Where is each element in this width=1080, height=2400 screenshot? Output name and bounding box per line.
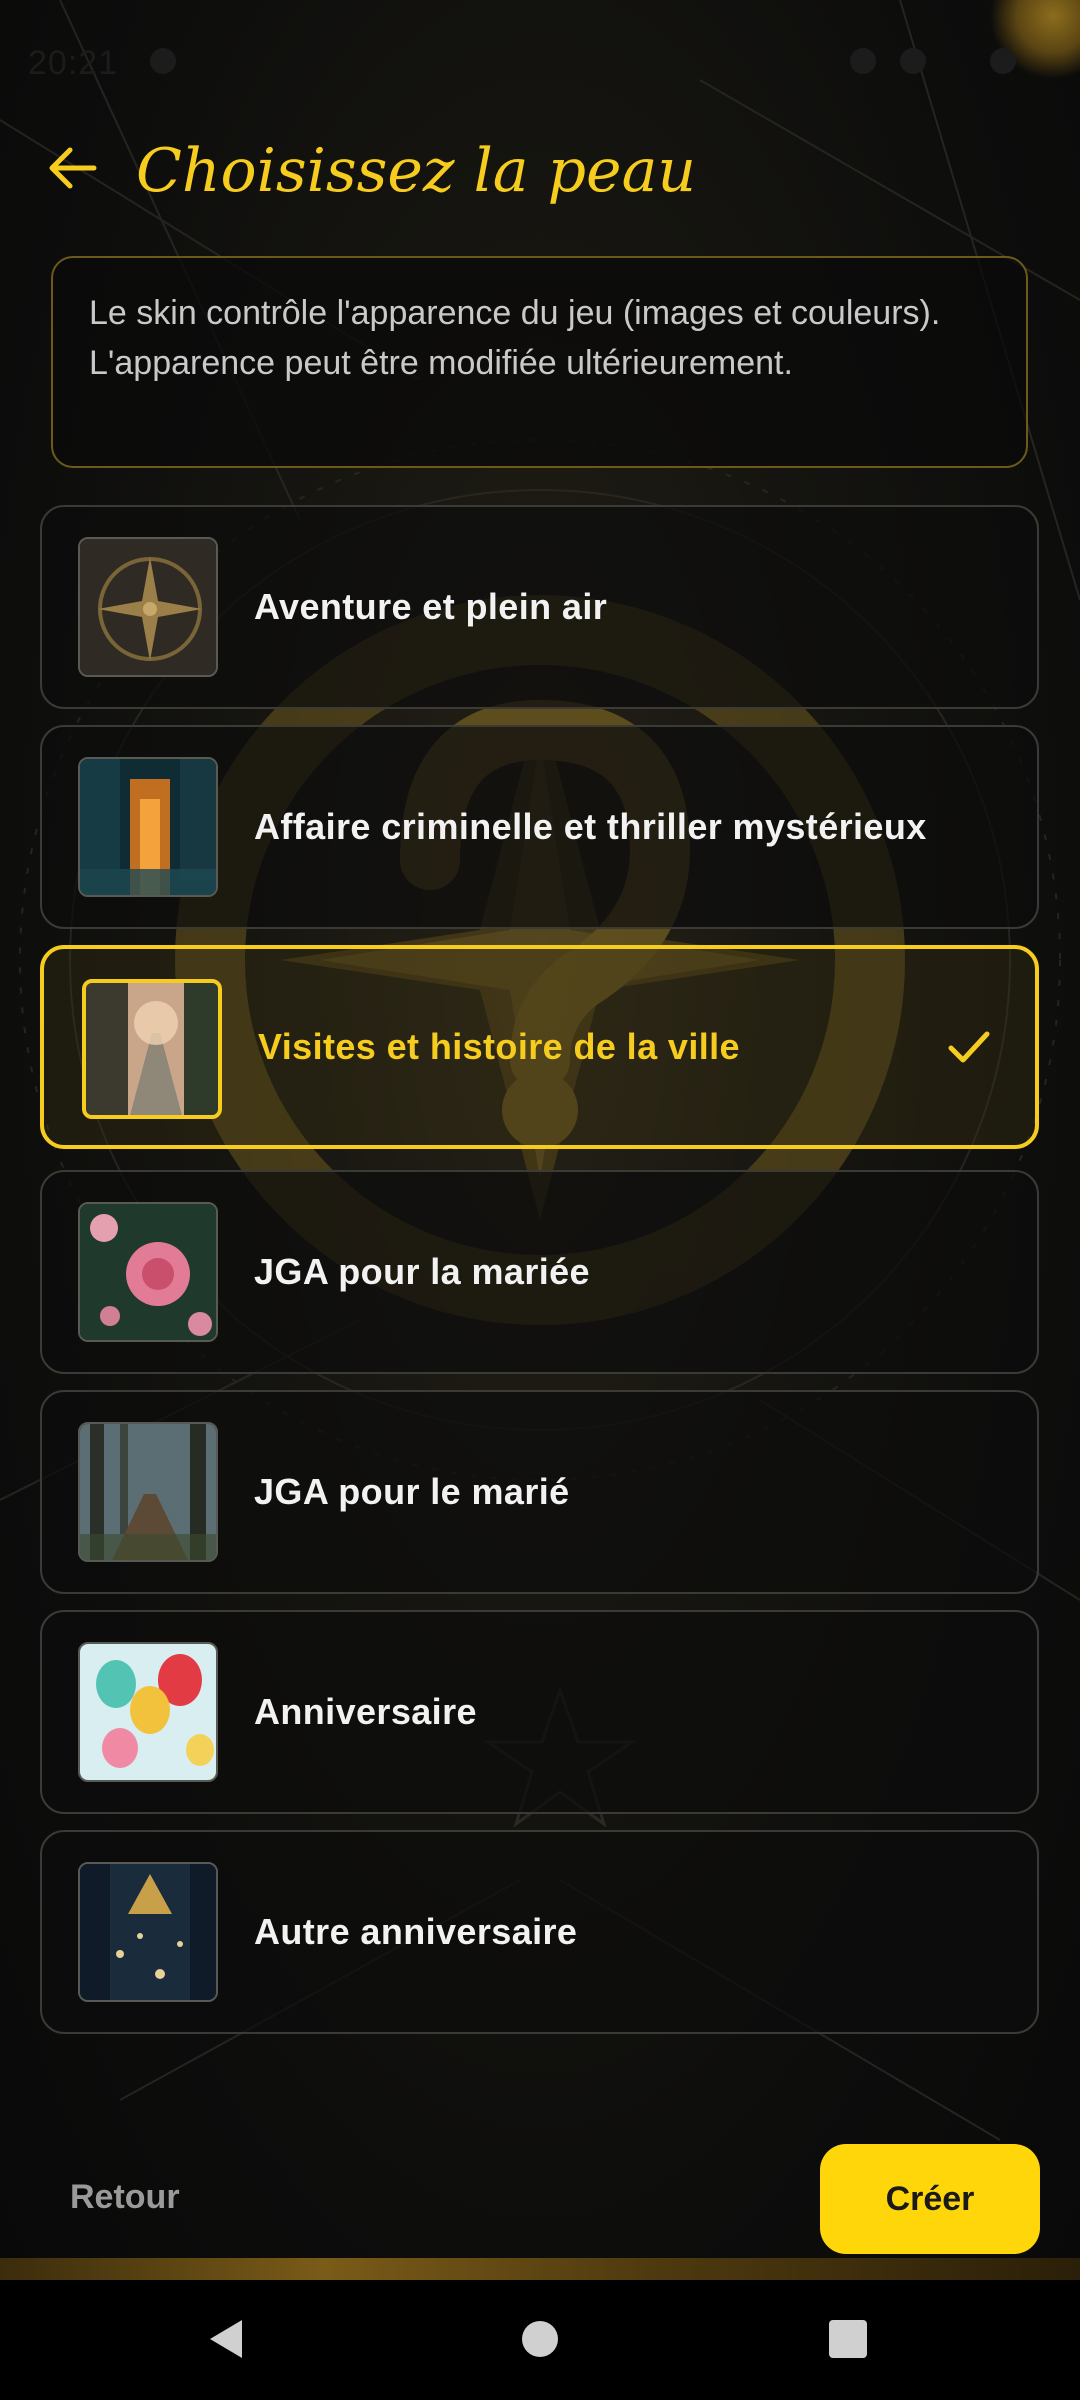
skin-label: Affaire criminelle et thriller mystérieu…	[254, 806, 927, 847]
skin-option-groom[interactable]: JGA pour le marié	[40, 1390, 1039, 1594]
signal-icon	[900, 48, 926, 74]
back-button[interactable]: Retour	[70, 2178, 180, 2217]
skin-option-city-tour[interactable]: Visites et histoire de la ville	[40, 945, 1039, 1149]
skin-label: Aventure et plein air	[254, 586, 608, 627]
skin-option-crime[interactable]: Affaire criminelle et thriller mystérieu…	[40, 725, 1039, 929]
night-city-thumbnail-icon	[78, 757, 218, 897]
nfc-icon	[850, 48, 876, 74]
skin-label: Visites et histoire de la ville	[258, 1026, 740, 1067]
compass-thumbnail-icon	[78, 537, 218, 677]
nav-home-icon[interactable]	[515, 2314, 565, 2364]
status-bar: 20:21	[0, 0, 1080, 100]
status-time: 20:21	[28, 44, 119, 82]
skin-option-other-birthday[interactable]: Autre anniversaire	[40, 1830, 1039, 2034]
skin-label: Autre anniversaire	[254, 1911, 578, 1952]
system-nav-bar	[0, 2280, 1080, 2400]
checkmark-icon	[948, 1031, 990, 1063]
create-button[interactable]: Créer	[820, 2144, 1040, 2254]
skin-option-birthday[interactable]: Anniversaire	[40, 1610, 1039, 1814]
info-box: Le skin contrôle l'apparence du jeu (ima…	[51, 256, 1028, 468]
gold-divider	[0, 2258, 1080, 2280]
forest-path-thumbnail-icon	[78, 1422, 218, 1562]
nav-recents-icon[interactable]	[823, 2314, 873, 2364]
info-text: Le skin contrôle l'apparence du jeu (ima…	[89, 294, 941, 382]
skin-label: Anniversaire	[254, 1691, 477, 1732]
skin-label: JGA pour le marié	[254, 1471, 570, 1512]
skin-label: JGA pour la mariée	[254, 1251, 590, 1292]
skin-option-adventure[interactable]: Aventure et plein air	[40, 505, 1039, 709]
old-street-thumbnail-icon	[82, 979, 222, 1119]
battery-icon	[990, 48, 1016, 74]
back-arrow-icon[interactable]	[44, 140, 100, 196]
pink-flowers-thumbnail-icon	[78, 1202, 218, 1342]
nav-back-icon[interactable]	[202, 2314, 252, 2364]
chandelier-thumbnail-icon	[78, 1862, 218, 2002]
skin-option-bride[interactable]: JGA pour la mariée	[40, 1170, 1039, 1374]
page-title: Choisissez la peau	[136, 136, 696, 206]
balloons-thumbnail-icon	[78, 1642, 218, 1782]
wifi-icon	[150, 48, 176, 74]
